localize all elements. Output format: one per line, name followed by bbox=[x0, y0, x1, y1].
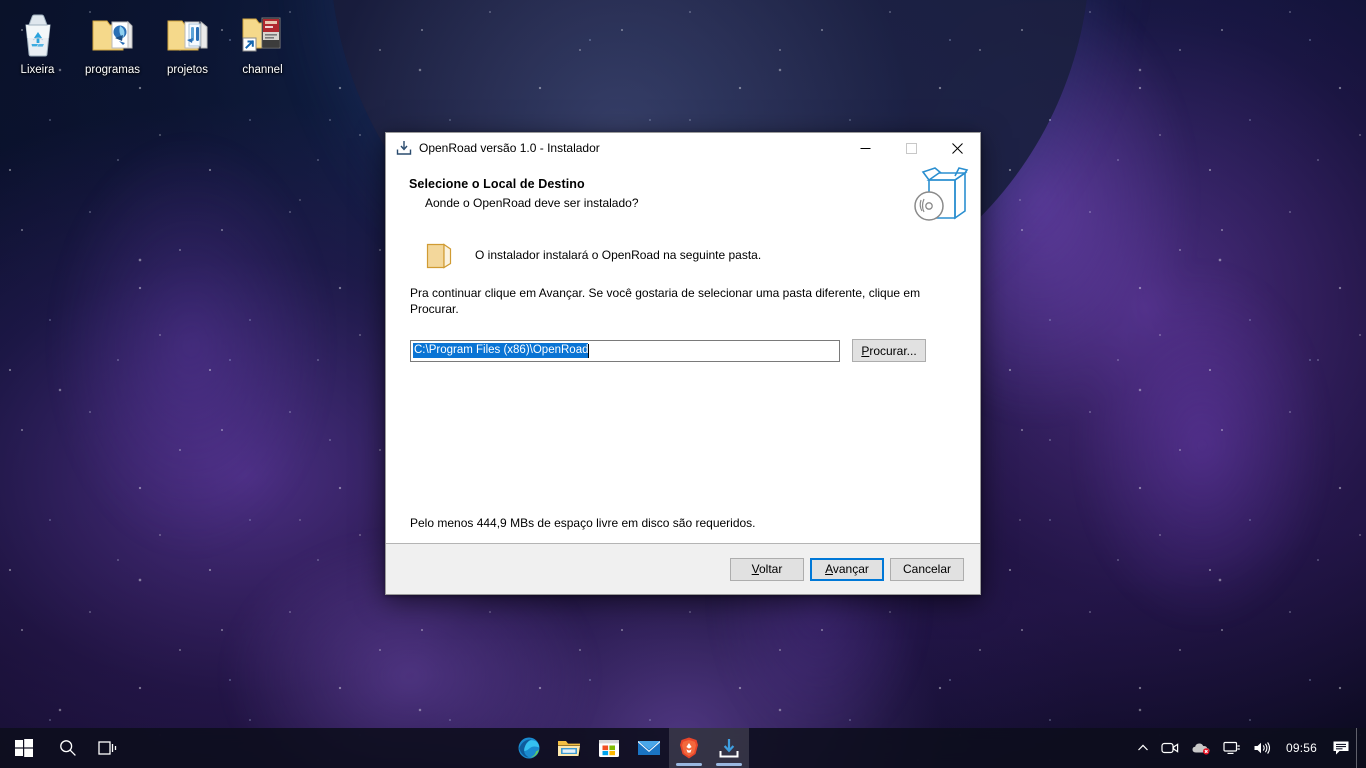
action-center-icon bbox=[1333, 741, 1349, 755]
recycle-bin-icon bbox=[0, 10, 75, 60]
microsoft-store-icon bbox=[599, 740, 620, 757]
desktop-icon-lixeira[interactable]: Lixeira bbox=[0, 4, 75, 77]
back-button[interactable]: Voltar bbox=[730, 557, 804, 581]
taskbar-app-file-explorer[interactable] bbox=[549, 728, 589, 768]
destination-folder-row: O instalador instalará o OpenRoad na seg… bbox=[410, 229, 956, 273]
task-view-icon bbox=[98, 741, 117, 755]
network-monitor-icon bbox=[1223, 741, 1240, 754]
taskbar-app-mail[interactable] bbox=[629, 728, 669, 768]
instruction-text: Pra continuar clique em Avançar. Se você… bbox=[410, 286, 921, 316]
chevron-up-icon bbox=[1138, 744, 1148, 751]
page-subtitle: Aonde o OpenRoad deve ser instalado? bbox=[425, 196, 639, 210]
show-desktop-button[interactable] bbox=[1356, 728, 1362, 768]
taskbar-app-openroad-installer[interactable] bbox=[709, 728, 750, 768]
folder-media-icon bbox=[75, 10, 150, 60]
meet-now-camera-icon bbox=[1161, 742, 1179, 754]
windows-logo-icon bbox=[15, 739, 33, 757]
taskbar-active-indicator bbox=[716, 763, 743, 766]
search-icon bbox=[60, 740, 76, 756]
file-explorer-icon bbox=[558, 741, 581, 756]
tray-action-center-button[interactable] bbox=[1326, 728, 1356, 768]
setup-box-disc-icon bbox=[909, 166, 971, 224]
search-button[interactable] bbox=[48, 728, 88, 768]
browse-button[interactable]: Procurar... bbox=[852, 339, 926, 362]
browse-button-label: Procurar... bbox=[861, 343, 917, 358]
installer-titlebar[interactable]: OpenRoad versão 1.0 - Instalador bbox=[386, 133, 980, 164]
desktop-icon-label: channel bbox=[242, 64, 283, 76]
desktop-icon-grid: Lixeira programas projetos channel bbox=[0, 4, 300, 77]
tray-network-button[interactable] bbox=[1217, 728, 1247, 768]
task-view-button[interactable] bbox=[88, 728, 128, 768]
folder-icon bbox=[426, 240, 454, 270]
wizard-footer: Voltar Avançar Cancelar bbox=[386, 543, 980, 594]
next-button[interactable]: Avançar bbox=[810, 557, 884, 581]
destination-folder-text: O instalador instalará o OpenRoad na seg… bbox=[475, 248, 762, 262]
taskbar-left-group bbox=[0, 728, 128, 768]
mail-icon bbox=[638, 741, 661, 755]
back-button-label: Voltar bbox=[751, 562, 783, 576]
maximize-icon[interactable] bbox=[888, 133, 934, 164]
taskbar-app-microsoft-store[interactable] bbox=[589, 728, 629, 768]
system-tray: 09:56 bbox=[1131, 728, 1366, 768]
tray-meet-now-button[interactable] bbox=[1155, 728, 1185, 768]
desktop-icon-label: Lixeira bbox=[20, 64, 55, 76]
next-button-label: Avançar bbox=[825, 562, 869, 576]
wizard-body: O instalador instalará o OpenRoad na seg… bbox=[386, 229, 980, 543]
cancel-button-label: Cancelar bbox=[902, 562, 952, 576]
taskbar-app-group bbox=[128, 728, 1131, 768]
wizard-header: Selecione o Local de Destino Aonde o Ope… bbox=[386, 164, 980, 229]
desktop-icon-channel[interactable]: channel bbox=[225, 4, 300, 77]
minimize-icon[interactable] bbox=[842, 133, 888, 164]
tray-overflow-button[interactable] bbox=[1131, 728, 1155, 768]
tray-volume-button[interactable] bbox=[1247, 728, 1277, 768]
close-icon[interactable] bbox=[934, 133, 980, 164]
destination-path-input[interactable]: C:\Program Files (x86)\OpenRoad bbox=[410, 339, 840, 362]
desktop-icon-projetos[interactable]: projetos bbox=[150, 4, 225, 77]
page-title: Selecione o Local de Destino bbox=[409, 177, 585, 191]
taskbar-app-microsoft-edge[interactable] bbox=[509, 728, 549, 768]
taskbar-app-brave-browser[interactable] bbox=[669, 728, 710, 768]
desktop[interactable]: Lixeira programas projetos channel OpenR… bbox=[0, 0, 1366, 768]
edge-icon bbox=[518, 737, 540, 759]
cancel-button[interactable]: Cancelar bbox=[890, 557, 964, 581]
taskbar[interactable]: 09:56 bbox=[0, 728, 1366, 768]
installer-download-icon bbox=[719, 739, 739, 758]
path-row: C:\Program Files (x86)\OpenRoad Procurar… bbox=[410, 339, 956, 362]
tray-onedrive-button[interactable] bbox=[1185, 728, 1217, 768]
taskbar-active-indicator bbox=[676, 763, 703, 766]
desktop-icon-programas[interactable]: programas bbox=[75, 4, 150, 77]
installer-title-text: OpenRoad versão 1.0 - Instalador bbox=[419, 141, 600, 155]
text-caret bbox=[588, 343, 590, 358]
desktop-icon-label: programas bbox=[85, 64, 140, 76]
installer-download-icon bbox=[396, 140, 412, 156]
volume-icon bbox=[1254, 742, 1271, 754]
brave-icon bbox=[680, 737, 699, 759]
folder-shortcut-icon bbox=[225, 10, 300, 60]
desktop-icon-label: projetos bbox=[167, 64, 208, 76]
onedrive-cloud-icon bbox=[1192, 743, 1210, 755]
disk-space-note: Pelo menos 444,9 MBs de espaço livre em … bbox=[410, 516, 756, 530]
start-button[interactable] bbox=[0, 728, 48, 768]
installer-window[interactable]: OpenRoad versão 1.0 - Instalador Selecio… bbox=[385, 132, 981, 595]
folder-files-icon bbox=[150, 10, 225, 60]
destination-path-value: C:\Program Files (x86)\OpenRoad bbox=[413, 343, 589, 358]
tray-clock[interactable]: 09:56 bbox=[1277, 728, 1326, 768]
